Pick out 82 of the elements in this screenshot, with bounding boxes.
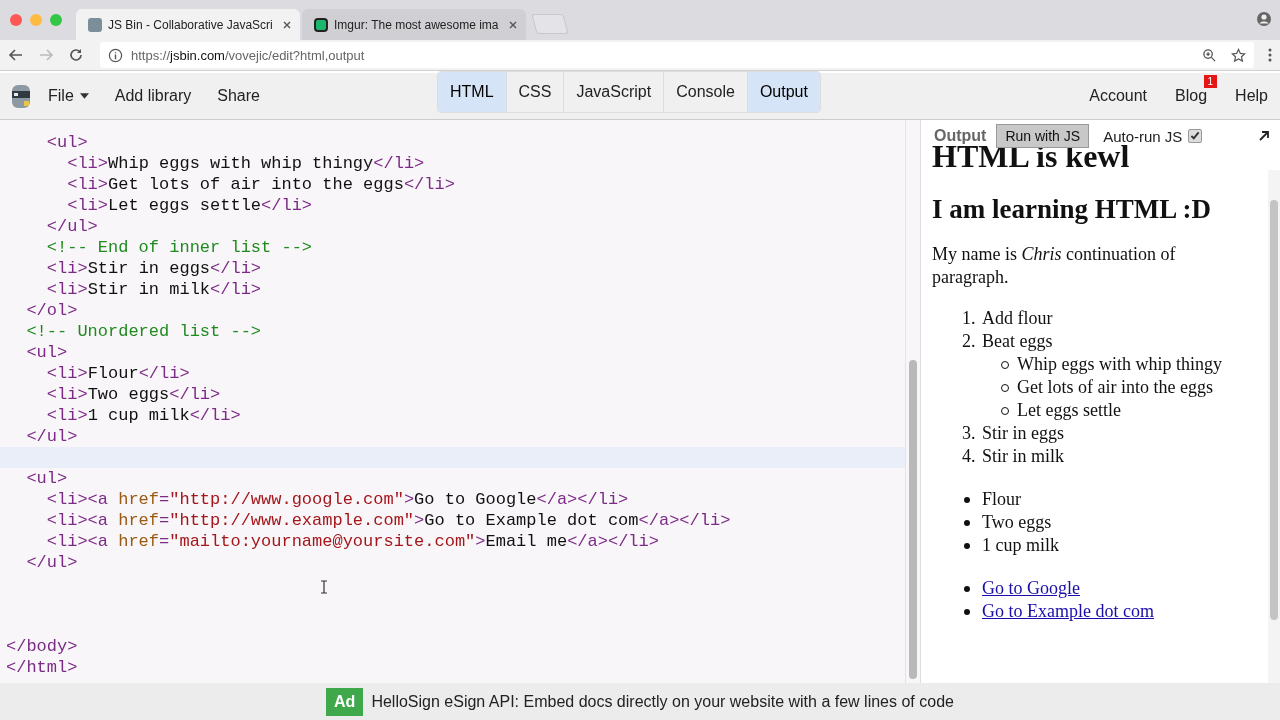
code-line: </ul>: [25, 553, 78, 572]
code-line: <!-- End of inner list -->: [45, 238, 313, 257]
panel-toggle[interactable]: Output: [747, 72, 820, 112]
code-line: <ul>: [45, 133, 88, 152]
code-line: <!-- Unordered list -->: [25, 322, 262, 341]
list-item: Flour: [982, 488, 1021, 511]
code-line: <li><a href="mailto:yourname@yoursite.com">Email me</a></li>: [45, 532, 659, 551]
panel-toggle[interactable]: HTML: [438, 72, 507, 112]
list-item: Add flour: [982, 307, 1053, 330]
nav-link[interactable]: Account: [1089, 87, 1148, 104]
scrollbar[interactable]: [1268, 170, 1280, 683]
code-line: <li><a href="http://www.example.com">Go to Example dot com</a></li>: [45, 511, 731, 530]
menu-item[interactable]: Add library: [114, 87, 192, 105]
paragraph: My name is Chris continuation of paragraph.: [932, 243, 1177, 289]
list-item: Two eggs: [982, 511, 1052, 534]
menu-icon[interactable]: [1268, 47, 1272, 63]
list-item: Get lots of air into the eggs: [1017, 376, 1213, 399]
bullet-icon: [964, 542, 970, 549]
address-bar[interactable]: https://jsbin.com/vovejic/edit?html,output: [100, 42, 1254, 68]
list-item: Whip eggs with whip thingy: [1017, 353, 1222, 376]
menu-item[interactable]: Share: [217, 87, 260, 105]
browser-tab[interactable]: JS Bin - Collaborative JavaScri: [76, 9, 300, 40]
info-icon: [108, 47, 123, 63]
ad-link[interactable]: HelloSign eSign API: Embed docs directly on your website with a few lines of code: [371, 692, 954, 711]
code-line: <li>Two eggs</li>: [45, 385, 221, 404]
link[interactable]: Go to Google: [982, 577, 1080, 600]
ad-badge: Ad: [326, 687, 364, 716]
list-item: Beat eggs: [982, 330, 1053, 353]
nav-link[interactable]: Blog: [1175, 87, 1208, 104]
link[interactable]: Go to Example dot com: [982, 600, 1154, 623]
expand-icon[interactable]: [1258, 130, 1270, 142]
list-item: Stir in eggs: [982, 422, 1064, 445]
scrollbar[interactable]: [905, 120, 920, 683]
list-item: Stir in milk: [982, 445, 1064, 468]
code-line: </body>: [6, 637, 78, 656]
list-item: Let eggs settle: [1017, 399, 1121, 422]
menu-item[interactable]: File: [48, 87, 89, 105]
code-line: <li>Flour</li>: [45, 364, 190, 383]
favicon-icon: [88, 17, 102, 32]
bullet-icon: [964, 608, 970, 615]
code-line: <li>Stir in eggs</li>: [45, 259, 262, 278]
code-line: </ul>: [45, 217, 98, 236]
browser-tab[interactable]: Imgur: The most awesome ima: [302, 9, 526, 40]
nav-link[interactable]: Help: [1235, 87, 1268, 104]
code-line: <ul>: [25, 343, 68, 362]
list-number: 2.: [962, 330, 977, 353]
panel-toggle[interactable]: JavaScript: [564, 72, 665, 112]
panel-toggle[interactable]: Console: [664, 72, 748, 112]
text-cursor-icon: [320, 580, 328, 594]
code-line: <ul>: [25, 469, 68, 488]
close-icon[interactable]: [282, 19, 292, 30]
list-number: 1.: [962, 307, 977, 330]
code-line: <li><a href="http://www.google.com">Go to Google</a></li>: [45, 490, 629, 509]
code-line: </ol>: [25, 301, 78, 320]
code-line: <li>1 cup milk</li>: [45, 406, 241, 425]
bullet-icon: [964, 585, 970, 592]
list-number: 4.: [962, 445, 977, 468]
code-line: <li>Get lots of air into the eggs</li>: [66, 175, 455, 194]
list-item: 1 cup milk: [982, 534, 1059, 557]
back-icon[interactable]: [8, 47, 24, 63]
notification-badge: 1: [1203, 75, 1218, 88]
code-line: </html>: [6, 658, 78, 677]
star-icon[interactable]: [1231, 47, 1246, 63]
caret-icon: [79, 93, 89, 99]
code-line: <li>Stir in milk</li>: [45, 280, 262, 299]
code-line: <li>Let eggs settle</li>: [66, 196, 313, 215]
code-line: <li>Whip eggs with whip thingy</li>: [66, 154, 425, 173]
reload-icon[interactable]: [68, 47, 84, 63]
logo-icon[interactable]: [10, 82, 32, 110]
autorun-label: Auto-run JS: [1103, 127, 1183, 145]
code-line: </ul>: [25, 427, 78, 446]
checkbox[interactable]: [1188, 129, 1203, 143]
profile-icon[interactable]: [1256, 11, 1272, 27]
zoom-icon[interactable]: [1202, 47, 1217, 63]
bullet-icon: [964, 496, 970, 503]
page-subheading: I am learning HTML :D: [932, 194, 1212, 225]
bullet-icon: [964, 519, 970, 526]
run-button[interactable]: Run with JS: [996, 124, 1090, 148]
favicon-icon: [314, 17, 328, 32]
panel-toggle[interactable]: CSS: [506, 72, 565, 112]
close-icon[interactable]: [508, 19, 518, 30]
list-number: 3.: [962, 422, 977, 445]
